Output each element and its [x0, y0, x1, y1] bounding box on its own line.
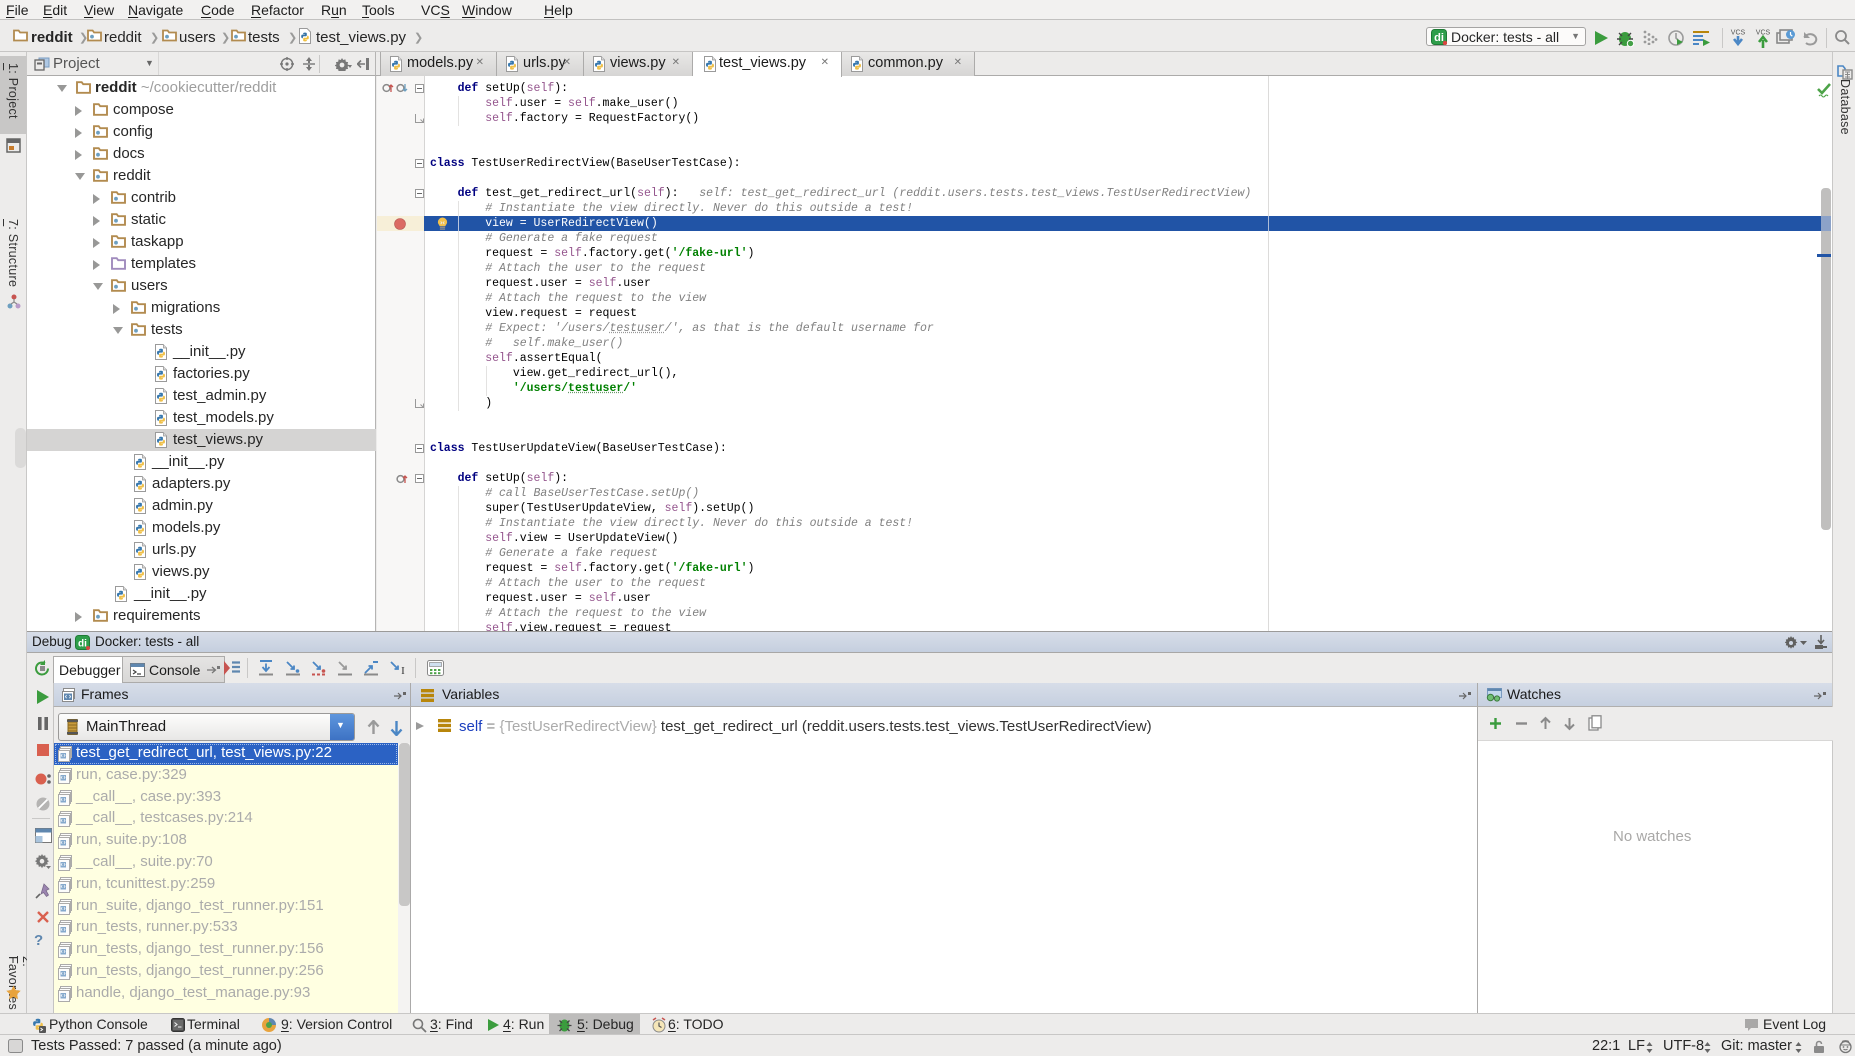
svg-text:I: I — [401, 665, 405, 676]
svg-text:di: di — [1434, 32, 1444, 44]
svg-text:VCS: VCS — [1731, 30, 1746, 37]
svg-text:di: di — [78, 639, 87, 650]
